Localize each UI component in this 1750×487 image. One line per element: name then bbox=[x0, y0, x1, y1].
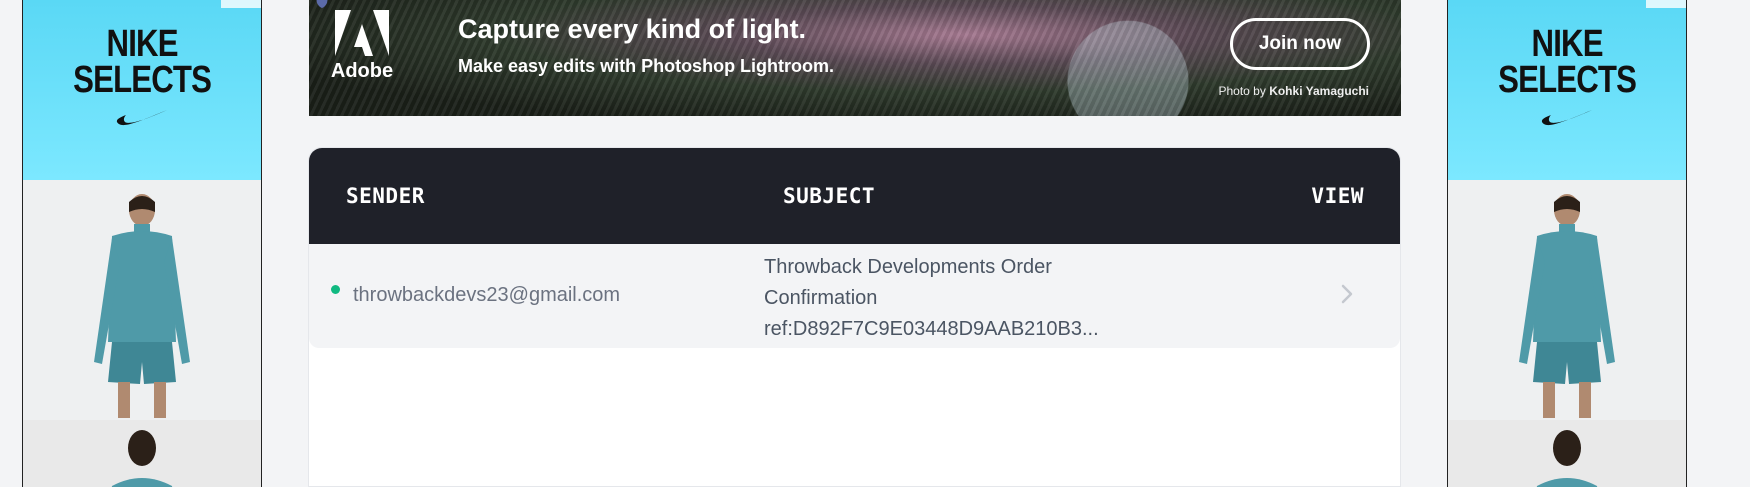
top-banner-ad[interactable]: Adobe Capture every kind of light. Make … bbox=[309, 0, 1401, 116]
ad-headline: NIKE SELECTS bbox=[1498, 23, 1637, 101]
inbox-table: SENDER SUBJECT VIEW throwbackdevs23@gmai… bbox=[308, 147, 1401, 487]
join-now-button[interactable]: Join now bbox=[1230, 18, 1370, 70]
ad-product-image-2 bbox=[23, 420, 261, 487]
inbox-header: SENDER SUBJECT VIEW bbox=[309, 148, 1400, 244]
left-side-ad[interactable]: NIKE SELECTS bbox=[22, 0, 262, 487]
table-row[interactable]: throwbackdevs23@gmail.com Throwback Deve… bbox=[309, 244, 1400, 348]
shield-icon bbox=[316, 0, 328, 8]
nike-swoosh-icon bbox=[1541, 110, 1592, 126]
column-header-view: VIEW bbox=[1311, 184, 1364, 208]
ad-product-image bbox=[23, 180, 261, 420]
row-subject: Throwback Developments Order Confirmatio… bbox=[764, 256, 1099, 340]
adobe-logo: Adobe bbox=[330, 10, 394, 83]
nike-swoosh-icon bbox=[116, 110, 167, 126]
row-sender: throwbackdevs23@gmail.com bbox=[353, 284, 621, 306]
banner-headline: Capture every kind of light. bbox=[458, 14, 807, 44]
ad-header: NIKE SELECTS bbox=[23, 0, 261, 180]
photo-credit: Photo by Kohki Yamaguchi bbox=[1218, 84, 1369, 98]
column-header-sender: SENDER bbox=[346, 184, 425, 208]
ad-choices-badge[interactable] bbox=[1646, 0, 1686, 8]
adobe-wordmark: Adobe bbox=[330, 60, 394, 82]
adobe-icon bbox=[335, 10, 389, 56]
ad-headline: NIKE SELECTS bbox=[73, 23, 212, 101]
unread-dot-icon bbox=[331, 285, 340, 294]
ad-product-image-2 bbox=[1448, 420, 1686, 487]
column-header-subject: SUBJECT bbox=[783, 184, 876, 208]
ad-header: NIKE SELECTS bbox=[1448, 0, 1686, 180]
ad-product-image bbox=[1448, 180, 1686, 420]
banner-subline: Make easy edits with Photoshop Lightroom… bbox=[458, 56, 835, 76]
ad-choices-badge[interactable] bbox=[221, 0, 261, 8]
chevron-right-icon[interactable] bbox=[1339, 282, 1355, 306]
right-side-ad[interactable]: NIKE SELECTS bbox=[1447, 0, 1687, 487]
